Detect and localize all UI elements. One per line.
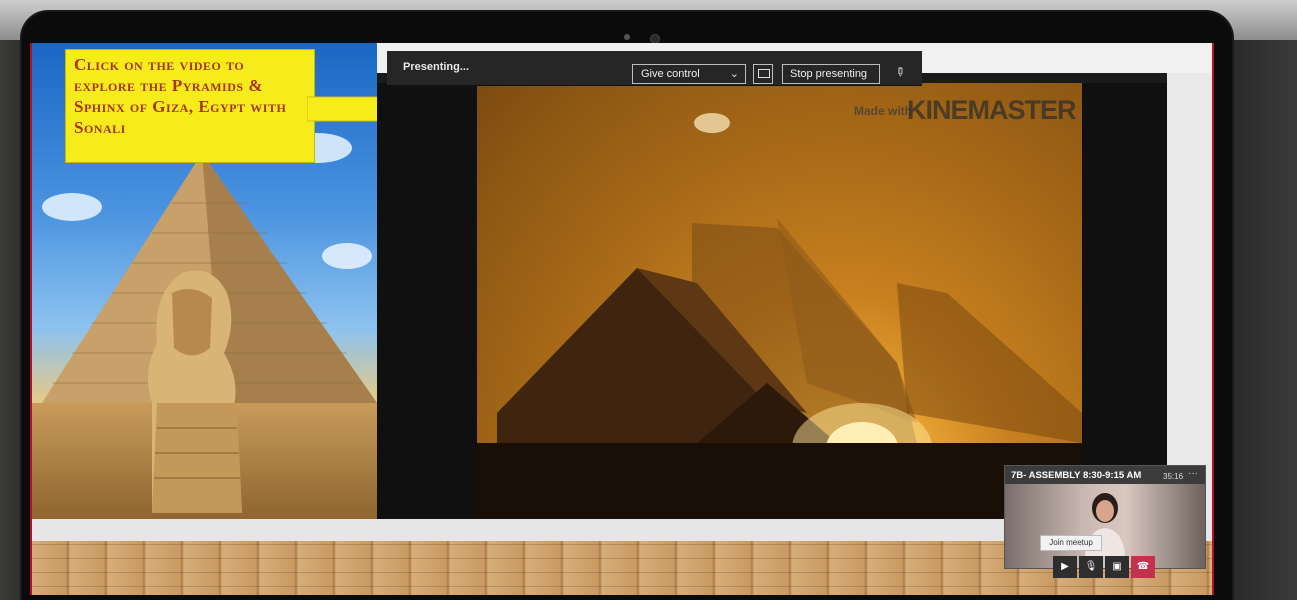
meeting-timer: 35:16 bbox=[1163, 472, 1184, 481]
watermark-prefix: Made with bbox=[854, 104, 913, 118]
pyramids-sunset-image bbox=[477, 113, 1082, 519]
share-screen-icon[interactable]: ▣ bbox=[1105, 556, 1129, 578]
webcam-light bbox=[624, 34, 630, 40]
sphinx-statue bbox=[148, 270, 242, 513]
meeting-title: 7B- ASSEMBLY 8:30-9:15 AM bbox=[1011, 470, 1142, 481]
ellipsis-icon[interactable]: ··· bbox=[1188, 468, 1198, 479]
pin-icon[interactable]: ✎ bbox=[892, 63, 909, 80]
laptop-screen: Click on the video to explore the Pyrami… bbox=[30, 43, 1214, 595]
embedded-video[interactable] bbox=[477, 83, 1082, 519]
give-control-dropdown[interactable]: Give control ⌄ bbox=[632, 64, 746, 84]
give-control-label: Give control bbox=[641, 68, 700, 80]
presenting-status: Presenting... bbox=[403, 61, 470, 73]
stop-presenting-button[interactable]: Stop presenting bbox=[782, 64, 880, 84]
hang-up-icon[interactable]: ☎ bbox=[1131, 556, 1155, 578]
chevron-down-icon: ⌄ bbox=[729, 68, 739, 80]
present-window-icon[interactable] bbox=[753, 64, 773, 84]
meeting-mini-window[interactable]: 7B- ASSEMBLY 8:30-9:15 AM 35:16 ··· ▶ 🎙 … bbox=[1004, 465, 1206, 578]
participant-video: ▶ 🎙 ▣ ☎ bbox=[1005, 484, 1205, 578]
join-meetup-tooltip: Join meetup bbox=[1040, 535, 1102, 551]
call-controls: ▶ 🎙 ▣ ☎ bbox=[1053, 556, 1157, 578]
microphone-icon[interactable]: 🎙 bbox=[1079, 556, 1103, 578]
slide-right-margin bbox=[1167, 73, 1212, 519]
camera-icon[interactable]: ▶ bbox=[1053, 556, 1077, 578]
banner-text: Click on the video to explore the Pyrami… bbox=[74, 55, 287, 137]
presenting-toolbar: Presenting... Give control ⌄ Stop presen… bbox=[387, 51, 922, 86]
watermark-brand: KINEMASTER bbox=[907, 95, 1077, 125]
slide-banner: Click on the video to explore the Pyrami… bbox=[65, 49, 315, 163]
